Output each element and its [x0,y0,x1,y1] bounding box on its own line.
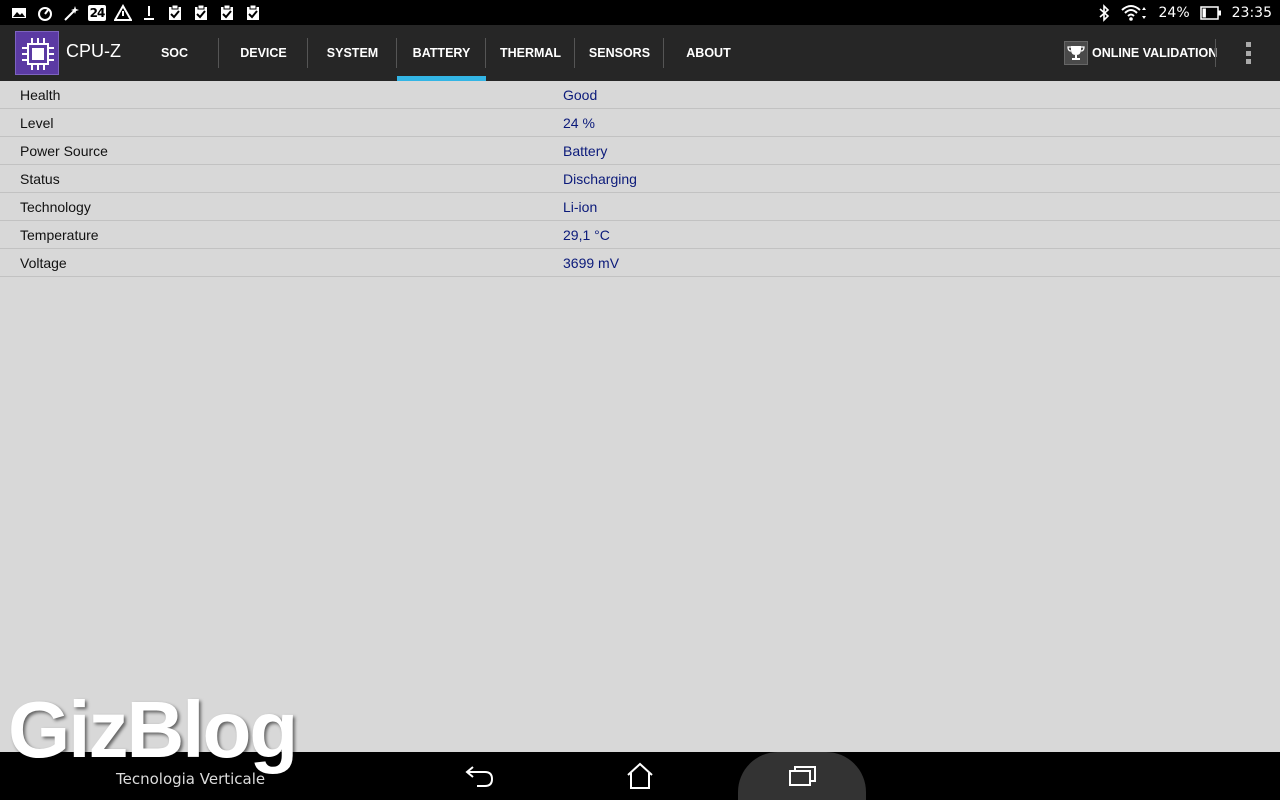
clipboard-check-icon [218,4,236,22]
table-row: Temperature 29,1 °C [0,221,1280,249]
battery-percent: 24% [1158,4,1190,21]
online-validation-label: ONLINE VALIDATION [1092,46,1218,60]
tab-label: DEVICE [240,46,287,60]
row-label: Voltage [20,255,67,271]
tab-label: ABOUT [686,46,731,60]
watermark-tagline: Tecnologia Verticale [116,770,266,788]
table-row: Status Discharging [0,165,1280,193]
tab-about[interactable]: ABOUT [664,25,753,81]
recent-apps-icon [789,766,816,786]
tab-thermal[interactable]: THERMAL [486,25,575,81]
row-value: 24 % [563,115,595,131]
system-status: 24% 23:35 [1097,2,1272,23]
app-title: CPU-Z [66,41,121,61]
trophy-icon [1064,41,1088,65]
online-validation-button[interactable]: ONLINE VALIDATION [1064,39,1217,67]
cpu-z-logo-icon[interactable] [15,31,59,75]
battery-icon [1199,5,1222,21]
tab-bar: SOC DEVICE SYSTEM BATTERY THERMAL SENSOR… [130,25,753,81]
row-label: Technology [20,199,91,215]
tab-label: BATTERY [412,46,471,60]
clipboard-check-icon [244,4,262,22]
battery-info-table: Health Good Level 24 % Power Source Batt… [0,81,1280,277]
clipboard-check-icon [192,4,210,22]
tab-label: SENSORS [588,46,651,60]
tab-battery[interactable]: BATTERY [397,25,486,81]
tab-label: THERMAL [499,46,562,60]
home-button[interactable] [600,752,680,800]
row-label: Status [20,171,60,187]
row-label: Level [20,115,54,131]
download-icon [140,4,158,22]
clock: 23:35 [1231,4,1272,21]
watermark: GizBlog Tecnologia Verticale [8,690,328,790]
tab-system[interactable]: SYSTEM [308,25,397,81]
back-button[interactable] [440,752,520,800]
tab-label: SYSTEM [326,46,379,60]
table-row: Power Source Battery [0,137,1280,165]
row-value: Discharging [563,171,637,187]
tab-sensors[interactable]: SENSORS [575,25,664,81]
row-value: 3699 mV [563,255,620,271]
row-label: Health [20,87,61,103]
24-badge-icon: 24 [88,4,106,21]
row-label: Temperature [20,227,99,243]
bluetooth-icon [1097,3,1111,22]
tab-soc[interactable]: SOC [130,25,219,81]
row-label: Power Source [20,143,108,159]
speedometer-icon [36,4,54,22]
table-row: Technology Li-ion [0,193,1280,221]
gallery-icon [10,4,28,22]
tab-device[interactable]: DEVICE [219,25,308,81]
triangle-icon [114,3,132,22]
table-row: Voltage 3699 mV [0,249,1280,277]
tab-label: SOC [160,46,189,60]
magic-wand-icon [62,4,80,22]
row-value: Li-ion [563,199,598,215]
watermark-brand: GizBlog [8,685,298,774]
wifi-icon [1120,4,1149,22]
table-row: Level 24 % [0,109,1280,137]
overflow-menu-icon[interactable] [1238,39,1258,67]
back-icon [465,766,494,787]
recent-apps-button[interactable] [738,752,866,800]
home-icon [627,762,653,789]
notification-icons: 24 [10,3,262,22]
menu-divider [1215,39,1216,67]
row-value: 29,1 °C [563,227,610,243]
clipboard-check-icon [166,4,184,22]
action-bar: CPU-Z SOC DEVICE SYSTEM BATTERY THERMAL … [0,25,1280,81]
row-value: Battery [563,143,608,159]
row-value: Good [563,87,598,103]
status-bar: 24 24% 23:35 [0,0,1280,25]
table-row: Health Good [0,81,1280,109]
